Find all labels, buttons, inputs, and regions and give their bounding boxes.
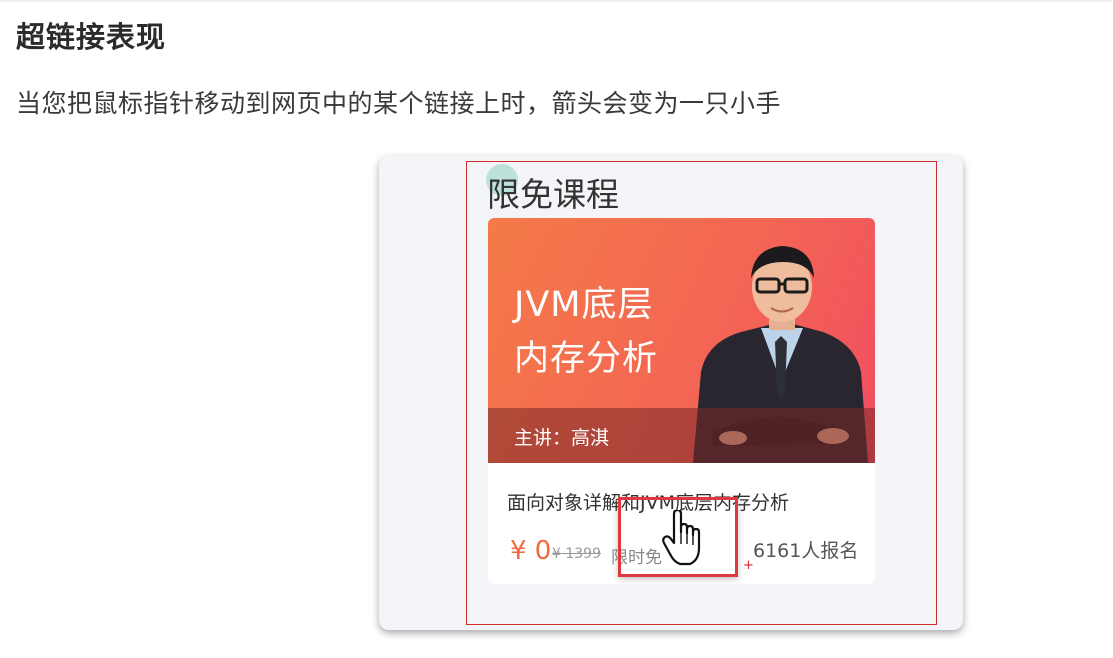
- top-divider: [0, 0, 1113, 2]
- description-paragraph: 当您把鼠标指针移动到网页中的某个链接上时，箭头会变为一只小手: [16, 89, 782, 118]
- hand-pointer-icon: [662, 510, 701, 566]
- crosshair-mark: +: [743, 558, 754, 573]
- page-heading: 超链接表现: [16, 20, 167, 54]
